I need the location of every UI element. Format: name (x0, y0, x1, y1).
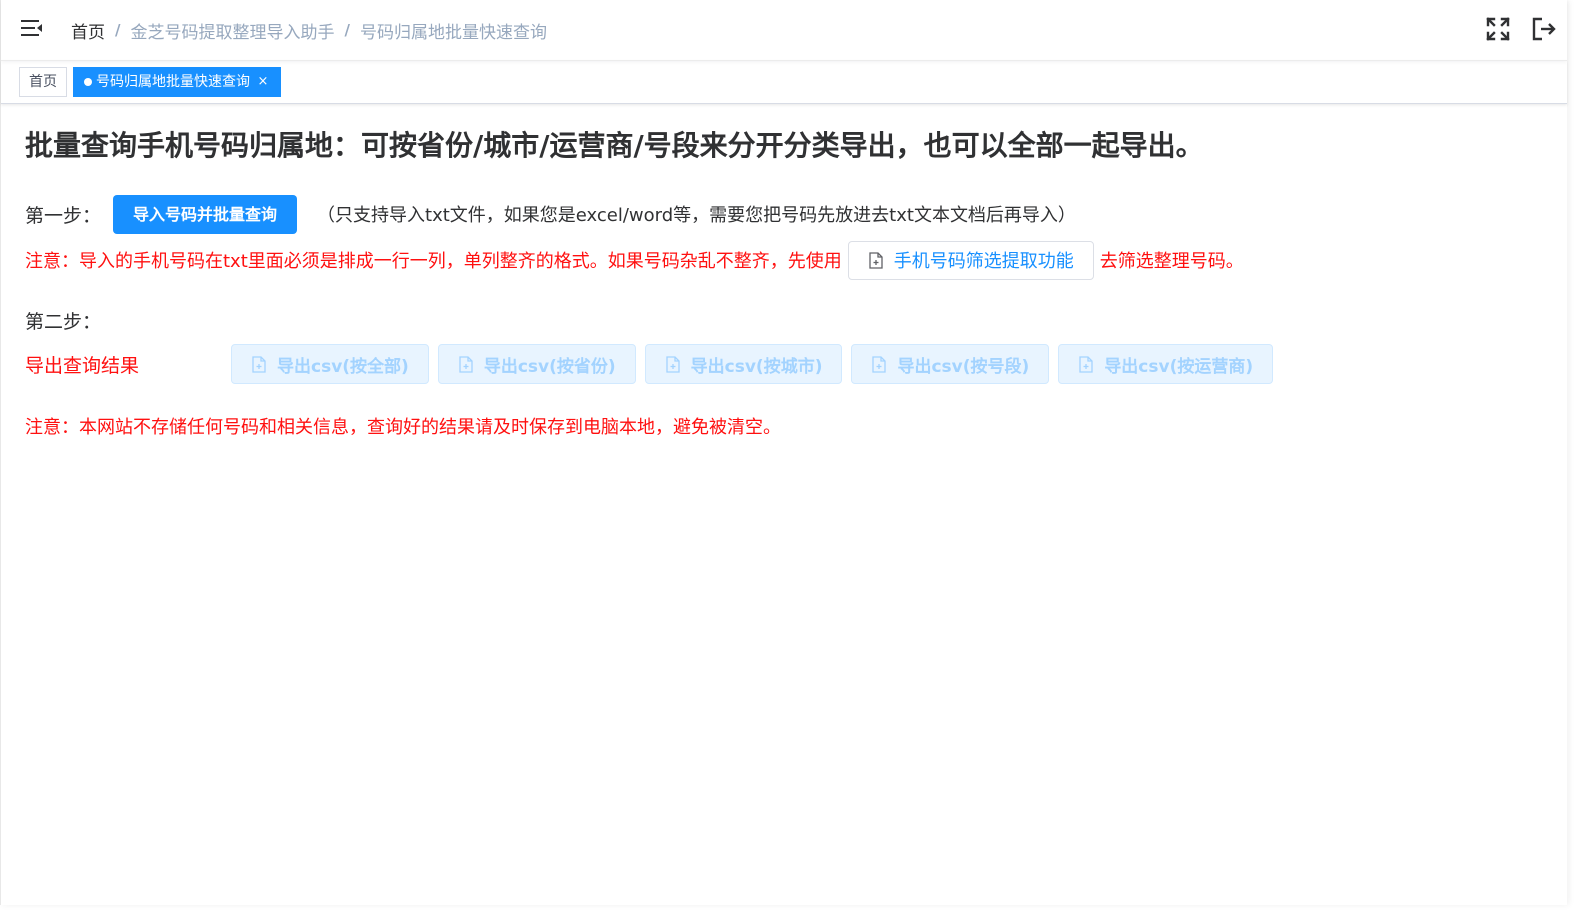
file-add-icon (252, 355, 266, 373)
note1-text: 注意：导入的手机号码在txt里面必须是排成一行一列，单列整齐的格式。如果号码杂乱… (25, 251, 842, 272)
breadcrumb-separator: / (115, 21, 121, 39)
export-segment-button[interactable]: 导出csv(按号段) (851, 344, 1050, 384)
file-add-icon (1079, 355, 1093, 373)
export-carrier-button[interactable]: 导出csv(按运营商) (1058, 344, 1274, 384)
breadcrumb: 首页 / 金芝号码提取整理导入助手 / 号码归属地批量快速查询 (71, 18, 547, 43)
note1-row: 注意：导入的手机号码在txt里面必须是排成一行一列，单列整齐的格式。如果号码杂乱… (25, 240, 1543, 280)
navbar: 首页 / 金芝号码提取整理导入助手 / 号码归属地批量快速查询 (1, 0, 1567, 61)
step1-label: 第一步： (25, 204, 102, 227)
main-content: 批量查询手机号码归属地：可按省份/城市/运营商/号段来分开分类导出，也可以全部一… (1, 104, 1567, 446)
import-query-button[interactable]: 导入号码并批量查询 (113, 194, 298, 234)
export-row: 导出查询结果 导出csv(按全部) 导出csv(按省份) 导出csv(按城市) (25, 344, 1543, 384)
tag-home-label: 首页 (29, 74, 57, 90)
hamburger-fold-icon[interactable] (21, 18, 45, 42)
import-hint: （只支持导入txt文件，如果您是excel/word等，需要您把号码先放进去tx… (317, 205, 1076, 226)
export-all-label: 导出csv(按全部) (277, 356, 409, 377)
export-segment-label: 导出csv(按号段) (897, 356, 1030, 377)
active-dot-icon (84, 78, 92, 86)
tag-active-label: 号码归属地批量快速查询 (96, 74, 250, 90)
export-province-button[interactable]: 导出csv(按省份) (437, 344, 636, 384)
privacy-note: 注意：本网站不存储任何号码和相关信息，查询好的结果请及时保存到电脑本地，避免被清… (25, 417, 781, 438)
tag-home[interactable]: 首页 (19, 67, 67, 97)
export-city-label: 导出csv(按城市) (690, 356, 823, 377)
tag-active[interactable]: 号码归属地批量快速查询 × (73, 67, 281, 97)
export-label: 导出查询结果 (25, 354, 140, 377)
header-actions (1485, 16, 1557, 42)
filter-extract-label: 手机号码筛选提取功能 (893, 251, 1074, 272)
file-add-icon (869, 251, 883, 269)
export-province-label: 导出csv(按省份) (483, 356, 616, 377)
app-frame: 首页 / 金芝号码提取整理导入助手 / 号码归属地批量快速查询 首页 号码归属地… (0, 0, 1567, 905)
filter-extract-button[interactable]: 手机号码筛选提取功能 (847, 240, 1094, 280)
logout-icon[interactable] (1531, 16, 1557, 42)
step2-label: 第二步： (25, 310, 102, 333)
step2-row: 第二步： (25, 300, 1543, 340)
note2-row: 注意：本网站不存储任何号码和相关信息，查询好的结果请及时保存到电脑本地，避免被清… (25, 406, 1543, 446)
note1-after: 去筛选整理号码。 (1099, 251, 1244, 272)
breadcrumb-separator: / (344, 21, 350, 39)
tags-view: 首页 号码归属地批量快速查询 × (1, 61, 1567, 104)
export-city-button[interactable]: 导出csv(按城市) (644, 344, 843, 384)
page-title: 批量查询手机号码归属地：可按省份/城市/运营商/号段来分开分类导出，也可以全部一… (25, 129, 1204, 162)
export-all-button[interactable]: 导出csv(按全部) (231, 344, 429, 384)
export-carrier-label: 导出csv(按运营商) (1104, 356, 1254, 377)
breadcrumb-home[interactable]: 首页 (71, 18, 105, 43)
file-add-icon (459, 355, 473, 373)
fullscreen-icon[interactable] (1485, 16, 1511, 42)
breadcrumb-parent: 金芝号码提取整理导入助手 (130, 22, 335, 43)
file-add-icon (666, 355, 680, 373)
file-add-icon (872, 355, 887, 373)
close-icon[interactable]: × (256, 67, 270, 97)
step1-row: 第一步： 导入号码并批量查询 （只支持导入txt文件，如果您是excel/wor… (25, 194, 1543, 234)
breadcrumb-current: 号码归属地批量快速查询 (359, 22, 547, 43)
